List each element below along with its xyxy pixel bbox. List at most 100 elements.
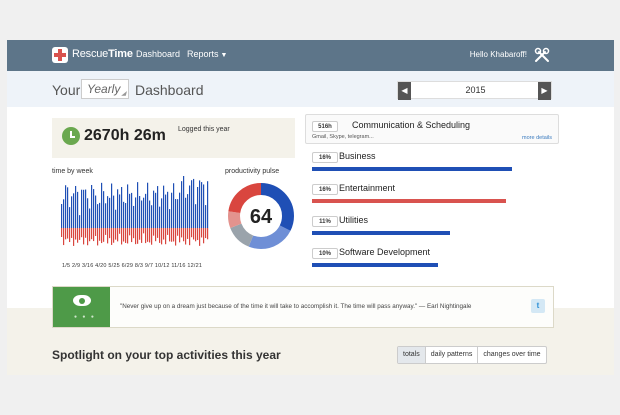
week-bar-distracting xyxy=(197,228,199,241)
week-bar-distracting xyxy=(103,228,105,242)
week-bar-distracting xyxy=(61,228,63,237)
week-bar-distracting xyxy=(203,228,205,244)
week-bar-productive xyxy=(67,187,69,228)
week-bar-productive xyxy=(167,191,169,228)
week-bar-distracting xyxy=(81,228,83,238)
week-bar-productive xyxy=(99,202,101,228)
week-bar-distracting xyxy=(189,228,191,246)
year-value[interactable]: 2015 xyxy=(413,85,538,95)
quote-text: "Never give up on a dream just because o… xyxy=(120,303,472,310)
top-category-card[interactable]: 516h Communication & Scheduling Gmail, S… xyxy=(305,114,559,144)
week-bar-distracting xyxy=(167,228,169,235)
period-value: Yearly xyxy=(87,82,121,96)
tab-changes-over-time[interactable]: changes over time xyxy=(478,347,545,363)
week-bar-distracting xyxy=(169,228,171,242)
week-bar-distracting xyxy=(145,228,147,244)
week-bar-distracting xyxy=(105,228,107,235)
week-bar-productive xyxy=(189,185,191,228)
productivity-pulse-donut[interactable]: 64 xyxy=(225,180,297,252)
dashboard-frame: RescueTime Dashboard Reports ▼ Hello Khab… xyxy=(7,40,614,375)
week-bar-distracting xyxy=(181,228,183,238)
user-greeting[interactable]: Hello Khabaroff! xyxy=(470,50,527,59)
category-bar-business xyxy=(312,167,512,171)
time-by-week-label: time by week xyxy=(52,168,93,175)
week-bar-distracting xyxy=(195,228,197,242)
category-name-business[interactable]: Business xyxy=(339,151,376,161)
quote-icon-panel: ● ● ● xyxy=(53,287,110,327)
week-bar-productive xyxy=(113,195,115,228)
tab-totals[interactable]: totals xyxy=(398,347,426,363)
week-bar-productive xyxy=(145,193,147,228)
header-your: Your xyxy=(52,82,81,98)
week-bar-distracting xyxy=(149,228,151,243)
week-bar-distracting xyxy=(151,228,153,245)
week-bar-productive xyxy=(97,204,99,228)
week-bar-distracting xyxy=(71,228,73,238)
week-bar-distracting xyxy=(173,228,175,242)
nav-reports-label: Reports xyxy=(187,49,219,59)
week-bar-distracting xyxy=(147,228,149,242)
week-bar-distracting xyxy=(127,228,129,244)
week-bar-productive xyxy=(173,183,175,228)
resize-grip-icon: ◢ xyxy=(121,91,126,97)
top-category-apps: Gmail, Skype, telegram... xyxy=(312,134,374,140)
week-bar-productive xyxy=(179,192,181,228)
week-bar-distracting xyxy=(119,228,121,234)
logo[interactable]: RescueTime xyxy=(72,48,133,60)
week-bar-productive xyxy=(205,205,207,228)
week-bar-productive xyxy=(149,200,151,228)
category-name-software-development[interactable]: Software Development xyxy=(339,247,430,257)
week-bar-productive xyxy=(91,185,93,228)
week-bar-productive xyxy=(115,209,117,228)
prev-year-button[interactable]: ◀ xyxy=(398,82,411,100)
week-bar-productive xyxy=(193,178,195,228)
week-bar-productive xyxy=(159,206,161,228)
week-bar-productive xyxy=(125,203,127,228)
week-bar-distracting xyxy=(91,228,93,240)
twitter-icon[interactable]: t xyxy=(531,299,545,313)
tab-daily-patterns[interactable]: daily patterns xyxy=(426,347,479,363)
week-bar-distracting xyxy=(63,228,65,246)
week-bar-distracting xyxy=(87,228,89,246)
nav-dashboard[interactable]: Dashboard xyxy=(136,49,180,59)
week-bar-productive xyxy=(69,207,71,228)
category-name-utilities[interactable]: Utilities xyxy=(339,215,368,225)
week-bar-distracting xyxy=(191,228,193,238)
week-bar-productive xyxy=(65,185,67,228)
week-bar-distracting xyxy=(135,228,137,245)
week-bar-productive xyxy=(81,189,83,228)
category-bar-software-development xyxy=(312,263,438,267)
pager-dots-icon[interactable]: ● ● ● xyxy=(74,314,96,320)
category-pct: 16% xyxy=(312,184,338,195)
category-name-entertainment[interactable]: Entertainment xyxy=(339,183,395,193)
dashboard-header: Your Yearly ◢ Dashboard ◀ 2015 ▶ xyxy=(7,71,614,107)
top-category-name: Communication & Scheduling xyxy=(352,120,471,130)
week-bar-distracting xyxy=(199,228,201,246)
week-bar-distracting xyxy=(67,228,69,239)
chevron-down-icon: ▼ xyxy=(220,52,228,59)
week-bar-productive xyxy=(63,199,65,228)
week-bar-distracting xyxy=(117,228,119,242)
week-bar-distracting xyxy=(177,228,179,236)
week-bar-distracting xyxy=(131,228,133,243)
more-details-link[interactable]: more details xyxy=(522,135,552,141)
nav-reports[interactable]: Reports ▼ xyxy=(187,49,227,59)
category-pct: 16% xyxy=(312,152,338,163)
week-bar-distracting xyxy=(179,228,181,243)
spotlight-tabs: totals daily patterns changes over time xyxy=(397,346,547,364)
period-select[interactable]: Yearly ◢ xyxy=(81,79,129,99)
week-bar-distracting xyxy=(163,228,165,240)
week-bar-distracting xyxy=(161,228,163,245)
week-bar-distracting xyxy=(137,228,139,244)
week-bar-productive xyxy=(157,186,159,228)
week-bar-productive xyxy=(101,182,103,228)
week-bar-distracting xyxy=(183,228,185,242)
week-bar-distracting xyxy=(125,228,127,243)
next-year-button[interactable]: ▶ xyxy=(538,82,551,100)
week-bar-distracting xyxy=(79,228,81,240)
week-bar-distracting xyxy=(101,228,103,244)
time-by-week-chart[interactable] xyxy=(59,176,209,256)
week-bar-productive xyxy=(155,192,157,228)
week-bar-productive xyxy=(171,192,173,228)
tools-icon[interactable] xyxy=(534,47,550,63)
